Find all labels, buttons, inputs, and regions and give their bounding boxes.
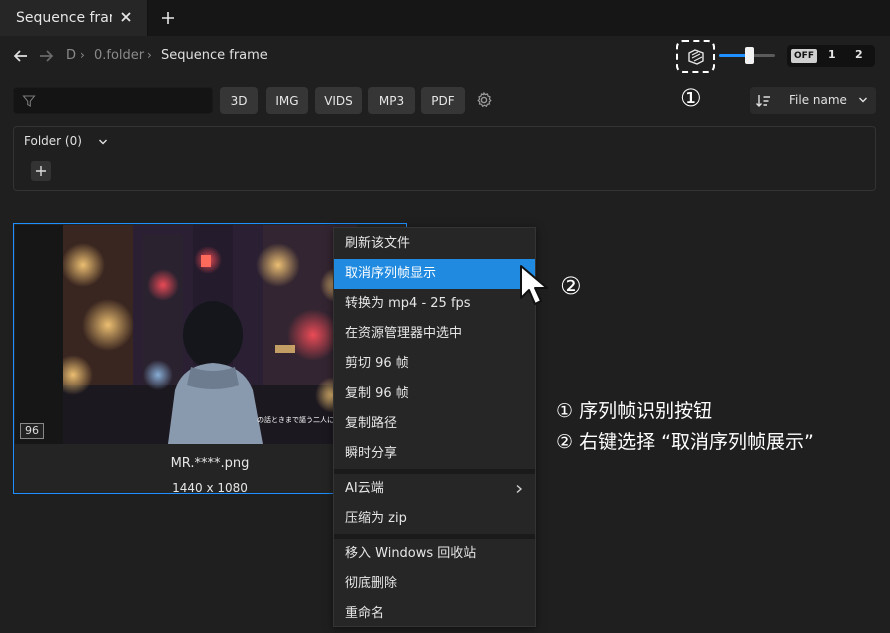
search-box	[13, 87, 213, 114]
filter-vids-button[interactable]: VIDS	[315, 87, 362, 114]
chevron-right-icon	[516, 484, 523, 494]
search-input[interactable]	[42, 91, 207, 111]
mode-off-button[interactable]: OFF	[791, 49, 817, 63]
night-city-scene	[63, 225, 357, 444]
frame-count-badge: 96	[20, 423, 44, 439]
menu-item-cancel-sequence-display[interactable]: 取消序列帧显示	[334, 259, 535, 289]
menu-item-cut-frames[interactable]: 剪切 96 帧	[334, 349, 535, 379]
menu-item-delete-permanently[interactable]: 彻底删除	[334, 569, 535, 599]
close-icon[interactable]	[119, 10, 133, 24]
menu-item-convert-mp4[interactable]: 转换为 mp4 - 25 fps	[334, 289, 535, 319]
thumbnail-size-slider-handle[interactable]	[745, 47, 754, 64]
menu-item-copy-frames[interactable]: 复制 96 帧	[334, 379, 535, 409]
menu-item-instant-share[interactable]: 瞬时分享	[334, 439, 535, 469]
menu-item-refresh-file[interactable]: 刷新该文件	[334, 229, 535, 259]
sort-label: File name	[789, 93, 847, 107]
tab-bar: Sequence frame	[0, 0, 890, 36]
menu-item-move-to-recycle-bin[interactable]: 移入 Windows 回收站	[334, 539, 535, 569]
mode-2-button[interactable]: 2	[855, 48, 863, 61]
breadcrumb-item-drive[interactable]: D	[66, 48, 76, 63]
thumbnail-image[interactable]: の話ときまで謳う二人に	[63, 225, 357, 444]
filter-img-button[interactable]: IMG	[266, 87, 308, 114]
tab-sequence-frame[interactable]: Sequence frame	[0, 0, 148, 36]
mouse-pointer-icon	[520, 265, 548, 305]
sequence-frame-icon[interactable]	[686, 46, 706, 66]
annotation-marker-1: ①	[680, 84, 702, 112]
filter-icon	[22, 95, 36, 107]
thumbnail-background	[15, 225, 63, 444]
menu-item-show-in-explorer[interactable]: 在资源管理器中选中	[334, 319, 535, 349]
annotation-note-2: ② 右键选择 “取消序列帧展示”	[556, 431, 814, 453]
sort-icon	[756, 95, 770, 107]
chevron-down-icon[interactable]	[98, 137, 108, 147]
plus-icon	[36, 166, 46, 176]
menu-item-rename[interactable]: 重命名	[334, 599, 535, 629]
breadcrumb-item-current: Sequence frame	[161, 48, 268, 63]
annotation-note-1: ① 序列帧识别按钮	[556, 400, 713, 422]
chevron-down-icon	[859, 97, 867, 103]
filter-mp3-button[interactable]: MP3	[368, 87, 415, 114]
add-folder-button[interactable]	[31, 161, 51, 181]
folder-panel: Folder (0)	[13, 126, 876, 191]
arrow-right-icon[interactable]	[38, 48, 54, 64]
folder-label[interactable]: Folder (0)	[24, 134, 82, 148]
sort-dropdown[interactable]: File name	[750, 87, 876, 114]
menu-item-copy-path[interactable]: 复制路径	[334, 409, 535, 439]
filter-3d-button[interactable]: 3D	[220, 87, 258, 114]
gear-icon[interactable]	[475, 91, 493, 109]
menu-item-compress-zip[interactable]: 压缩为 zip	[334, 504, 535, 534]
filter-pdf-button[interactable]: PDF	[421, 87, 465, 114]
annotation-marker-2: ②	[560, 272, 582, 300]
breadcrumb-separator: ›	[80, 48, 85, 62]
plus-icon[interactable]	[160, 10, 176, 26]
mode-1-button[interactable]: 1	[828, 48, 836, 61]
arrow-left-icon[interactable]	[13, 48, 29, 64]
breadcrumb-item-folder[interactable]: 0.folder	[94, 48, 144, 63]
view-mode-toggle: OFF 1 2	[787, 45, 875, 67]
context-menu: 刷新该文件 取消序列帧显示 转换为 mp4 - 25 fps 在资源管理器中选中…	[333, 227, 536, 627]
breadcrumb-separator: ›	[147, 48, 152, 62]
video-subtitle: の話ときまで謳う二人に	[257, 416, 334, 424]
menu-item-label: AI云端	[345, 481, 384, 496]
tab-title: Sequence frame	[16, 10, 112, 26]
menu-item-ai-cloud[interactable]: AI云端	[334, 474, 535, 504]
